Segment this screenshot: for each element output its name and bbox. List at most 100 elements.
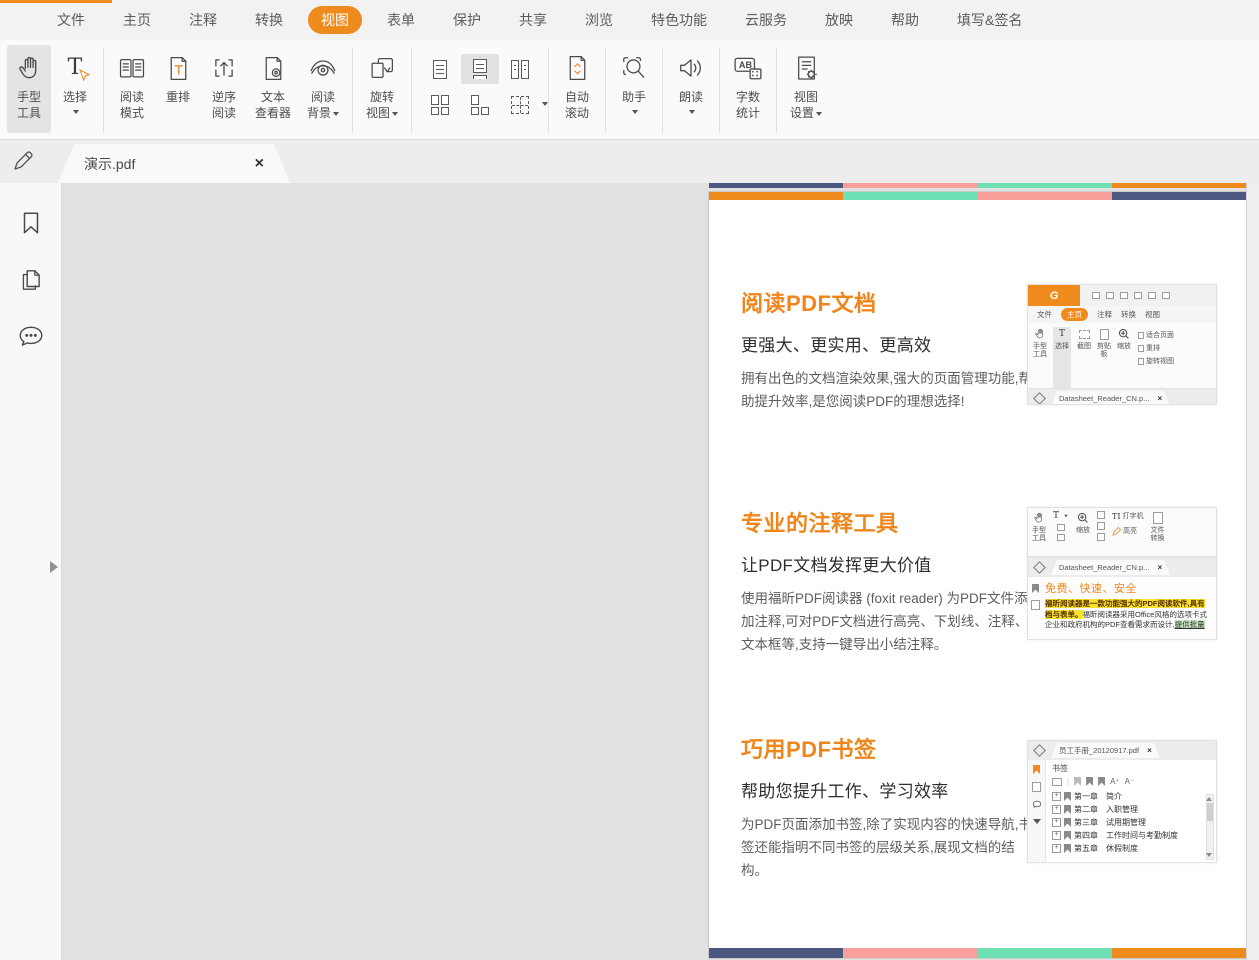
menu-item-file[interactable]: 文件 bbox=[44, 6, 98, 34]
text-viewer-button[interactable]: 文本 查看器 bbox=[248, 45, 298, 133]
document-tab[interactable]: 演示.pdf × bbox=[58, 144, 290, 183]
mini-document-body: 免费、快速、安全 福昕阅读器是一款功能强大的PDF阅读软件,具有 档与表单。福昕… bbox=[1028, 577, 1216, 635]
toolbar-divider bbox=[776, 47, 777, 133]
toolbar-divider bbox=[352, 47, 353, 133]
menu-item-present[interactable]: 放映 bbox=[812, 6, 866, 34]
speaker-icon bbox=[677, 52, 705, 84]
view-settings-caret bbox=[816, 112, 822, 116]
select-tool-button[interactable]: T 选择 bbox=[53, 45, 97, 133]
section-title: 专业的注释工具 bbox=[741, 506, 1041, 538]
bookmark-panel-toolbar: | A⁺A⁻ bbox=[1052, 777, 1206, 786]
previous-page-footer-stripe bbox=[709, 183, 1246, 188]
page-header-stripe bbox=[709, 192, 1246, 200]
layout-facing-button[interactable] bbox=[501, 54, 539, 84]
layout-cover-page-button[interactable] bbox=[461, 90, 499, 120]
section-read-pdf: 阅读PDF文档 更强大、更实用、更高效 拥有出色的文档渲染效果,强大的页面管理功… bbox=[741, 286, 1041, 413]
assistant-magnifier-icon bbox=[620, 52, 648, 84]
mini-window-icons bbox=[1092, 292, 1170, 299]
layout-split-button[interactable] bbox=[501, 90, 539, 120]
svg-text:AB: AB bbox=[739, 60, 753, 70]
mini-toolbar: 手型 工具 T 缩放 TI打字机 高亮 文件 转换 bbox=[1028, 508, 1216, 557]
pdf-page: 阅读PDF文档 更强大、更实用、更高效 拥有出色的文档渲染效果,强大的页面管理功… bbox=[709, 192, 1246, 958]
pages-panel-button[interactable] bbox=[18, 266, 44, 296]
mini-bookmark-panel: 书签 | A⁺A⁻ +第一章 简介 +第二章 入职管理 +第三章 试用期管理 +… bbox=[1028, 760, 1216, 863]
text-viewer-icon bbox=[261, 52, 286, 84]
section-title: 巧用PDF书签 bbox=[741, 732, 1041, 764]
view-settings-button[interactable]: 视图 设置 bbox=[783, 45, 829, 133]
page-footer-stripe bbox=[709, 948, 1246, 958]
reflow-icon bbox=[166, 52, 191, 84]
reverse-read-button[interactable]: 逆序 阅读 bbox=[202, 45, 246, 133]
annotate-pencil-icon[interactable] bbox=[11, 149, 35, 176]
layout-continuous-button[interactable] bbox=[461, 54, 499, 84]
mini-toolbar-side: 适合页面 重排 旋转视图 bbox=[1138, 327, 1174, 388]
menu-item-features[interactable]: 特色功能 bbox=[638, 6, 720, 34]
layout-single-page-button[interactable] bbox=[421, 54, 459, 84]
read-mode-button[interactable]: 阅读 模式 bbox=[110, 45, 154, 133]
mini-toolbar: 手型 工具 T选择 截图 剪贴 板 缩放 适合页面 重排 旋转视图 bbox=[1028, 323, 1216, 388]
menu-item-help[interactable]: 帮助 bbox=[878, 6, 932, 34]
word-count-label: 字数 统计 bbox=[736, 89, 760, 121]
menu-item-home[interactable]: 主页 bbox=[110, 6, 164, 34]
read-aloud-button[interactable]: 朗读 bbox=[669, 45, 713, 133]
menu-item-view[interactable]: 视图 bbox=[308, 6, 362, 34]
vertical-scrollbar[interactable] bbox=[1246, 183, 1259, 960]
hand-tool-label: 手型 工具 bbox=[17, 89, 41, 121]
section-body: 拥有出色的文档渲染效果,强大的页面管理功能,帮助提升效率,是您阅读PDF的理想选… bbox=[741, 367, 1038, 413]
reverse-read-label: 逆序 阅读 bbox=[212, 89, 236, 121]
rotate-view-button[interactable]: 旋转 视图 bbox=[359, 45, 405, 133]
layout-facing-continuous-button[interactable] bbox=[421, 90, 459, 120]
menu-item-comment[interactable]: 注释 bbox=[176, 6, 230, 34]
menu-item-convert[interactable]: 转换 bbox=[242, 6, 296, 34]
mini-tab-row: Datasheet_Reader_CN.p...× bbox=[1028, 388, 1216, 405]
word-count-icon: AB bbox=[733, 52, 763, 84]
mini-sidebar bbox=[1028, 760, 1046, 863]
toolbar-divider bbox=[719, 47, 720, 133]
bookmarks-panel-button[interactable] bbox=[18, 209, 44, 239]
auto-scroll-label: 自动 滚动 bbox=[565, 89, 589, 121]
document-tab-title: 演示.pdf bbox=[84, 154, 255, 174]
mini-doc-heading: 免费、快速、安全 bbox=[1045, 580, 1212, 596]
document-tab-bar: 演示.pdf × bbox=[0, 140, 1259, 183]
word-count-button[interactable]: AB 字数 统计 bbox=[726, 45, 770, 133]
select-tool-label: 选择 bbox=[63, 89, 87, 105]
top-accent-line bbox=[0, 0, 112, 3]
bookmark-panel-title: 书签 bbox=[1052, 763, 1206, 774]
mini-tab-row: Datasheet_Reader_CN.p...× bbox=[1028, 557, 1216, 577]
feature-screenshot-bookmarks: 员工手册_20120917.pdf× 书签 | bbox=[1027, 740, 1217, 863]
menu-item-browse[interactable]: 浏览 bbox=[572, 6, 626, 34]
page-layout-group bbox=[417, 45, 543, 129]
reverse-read-icon bbox=[211, 52, 237, 84]
reflow-button[interactable]: 重排 bbox=[156, 45, 200, 133]
toolbar-divider bbox=[103, 47, 104, 133]
select-dropdown-caret bbox=[73, 110, 79, 114]
menu-item-share[interactable]: 共享 bbox=[506, 6, 560, 34]
read-background-label: 阅读 背景 bbox=[307, 89, 339, 121]
hand-tool-button[interactable]: 手型 工具 bbox=[7, 45, 51, 133]
auto-scroll-button[interactable]: 自动 滚动 bbox=[555, 45, 599, 133]
mini-tab-row: 员工手册_20120917.pdf× bbox=[1028, 741, 1216, 760]
menu-item-cloud[interactable]: 云服务 bbox=[732, 6, 800, 34]
mini-title-bar: G bbox=[1028, 285, 1216, 306]
tab-close-button[interactable]: × bbox=[255, 156, 264, 172]
section-body: 为PDF页面添加书签,除了实现内容的快速导航,书签还能指明不同书签的层级关系,展… bbox=[741, 813, 1038, 882]
assistant-label: 助手 bbox=[622, 89, 646, 105]
assistant-button[interactable]: 助手 bbox=[612, 45, 656, 133]
book-icon bbox=[118, 52, 146, 84]
toolbar-divider bbox=[411, 47, 412, 133]
feature-screenshot-annotate: 手型 工具 T 缩放 TI打字机 高亮 文件 转换 Datasheet_Read… bbox=[1027, 507, 1217, 640]
rotate-view-caret bbox=[392, 112, 398, 116]
menu-item-fill-sign[interactable]: 填写&签名 bbox=[944, 6, 1035, 34]
menu-bar: 文件 主页 注释 转换 视图 表单 保护 共享 浏览 特色功能 云服务 放映 帮… bbox=[0, 0, 1259, 40]
read-background-button[interactable]: 阅读 背景 bbox=[300, 45, 346, 133]
mini-menu-bar: 文件 主页 注释 转换 视图 bbox=[1028, 306, 1216, 323]
section-subtitle: 让PDF文档发挥更大价值 bbox=[741, 551, 1041, 576]
layout-split-caret bbox=[542, 102, 548, 106]
section-body: 使用福昕PDF阅读器 (foxit reader) 为PDF文件添加注释,可对P… bbox=[741, 587, 1038, 656]
assistant-caret bbox=[632, 110, 638, 114]
comments-panel-button[interactable] bbox=[17, 323, 45, 353]
document-canvas: 阅读PDF文档 更强大、更实用、更高效 拥有出色的文档渲染效果,强大的页面管理功… bbox=[62, 183, 1259, 960]
toolbar: 手型 工具 T 选择 阅读 模式 重排 bbox=[0, 40, 1259, 140]
menu-item-protect[interactable]: 保护 bbox=[440, 6, 494, 34]
menu-item-form[interactable]: 表单 bbox=[374, 6, 428, 34]
